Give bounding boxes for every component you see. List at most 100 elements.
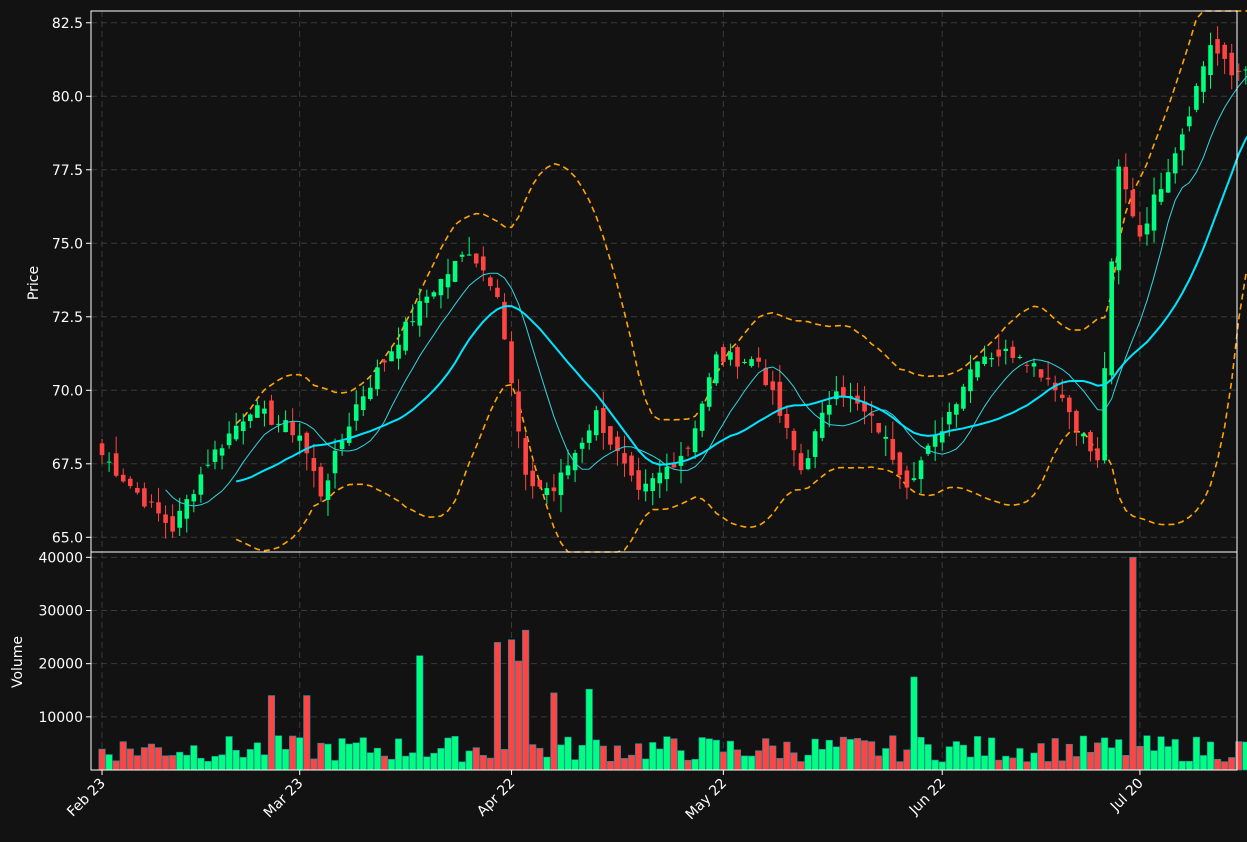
candle-body — [1144, 223, 1150, 235]
price-tick-label: 80.0 — [52, 89, 83, 105]
candle-body — [897, 452, 903, 476]
candle-body — [191, 494, 197, 502]
candle-body — [968, 369, 973, 392]
volume-bar — [973, 736, 982, 771]
volume-bar — [303, 695, 311, 771]
volume-bar — [910, 676, 918, 771]
candle-body — [1215, 39, 1220, 54]
volume-bar — [536, 747, 544, 771]
volume-bar — [776, 758, 784, 771]
volume-bar — [169, 755, 177, 771]
volume-bar — [387, 759, 396, 771]
volume-bar — [578, 745, 586, 771]
volume-bar — [423, 756, 431, 771]
candle-body — [650, 478, 656, 491]
candle-body — [431, 292, 437, 297]
candle-body — [240, 421, 246, 432]
volume-bar — [698, 737, 706, 771]
volume-bar — [472, 747, 480, 771]
candle-body — [826, 404, 832, 415]
candle-body — [389, 351, 394, 362]
candle-body — [311, 457, 317, 472]
candle-body — [975, 361, 980, 378]
volume-bar — [296, 737, 304, 771]
candle-body — [424, 296, 430, 303]
candle-body — [473, 253, 479, 264]
candle-body — [643, 483, 648, 492]
volume-bar — [755, 750, 763, 771]
candle-body — [360, 396, 366, 410]
candle-body — [1038, 369, 1044, 378]
volume-bar — [1002, 755, 1010, 771]
candle-body — [1116, 166, 1122, 271]
volume-tick-label: 20000 — [38, 657, 83, 673]
volume-bar — [981, 755, 989, 771]
candle-body — [1201, 66, 1206, 92]
volume-bar — [995, 759, 1003, 771]
candle-body — [819, 412, 825, 438]
volume-bar — [218, 754, 226, 771]
volume-bar — [656, 748, 664, 771]
candle-body — [523, 438, 528, 475]
volume-bar — [183, 754, 191, 771]
volume-bar — [1030, 752, 1038, 771]
volume-tick-label: 10000 — [38, 710, 83, 726]
volume-bar — [140, 747, 148, 771]
volume-bar — [1051, 738, 1059, 771]
candle-body — [1017, 356, 1023, 358]
volume-bar — [613, 745, 621, 771]
candle-body — [396, 344, 401, 359]
candle-body — [127, 478, 133, 487]
volume-bar — [1150, 750, 1158, 771]
volume-bar — [282, 749, 290, 771]
volume-bar — [515, 660, 523, 771]
candle-body — [488, 277, 493, 287]
volume-bar — [1115, 739, 1123, 771]
candle-body — [664, 466, 670, 480]
candle-body — [459, 254, 465, 257]
volume-bar — [1009, 757, 1017, 771]
candle-body — [1102, 368, 1107, 461]
volume-bar — [571, 759, 579, 771]
volume-bar — [1185, 760, 1193, 771]
volume-bar — [628, 754, 636, 771]
volume-bar — [1164, 746, 1172, 771]
candle-body — [996, 349, 1002, 357]
candle-body — [156, 502, 161, 514]
volume-bar — [606, 760, 614, 771]
volume-bar — [691, 759, 699, 771]
volume-bar — [444, 737, 452, 771]
volume-bar — [903, 749, 911, 771]
candle-body — [1123, 166, 1129, 190]
candle-body — [438, 279, 444, 296]
candle-body — [798, 453, 804, 471]
volume-bar — [1016, 748, 1024, 771]
candle-body — [248, 414, 253, 422]
volume-bar — [430, 752, 438, 771]
volume-bar — [112, 760, 120, 771]
candle-body — [1081, 433, 1086, 437]
volume-bar — [811, 738, 819, 771]
candle-body — [551, 487, 557, 492]
volume-bar — [1129, 557, 1137, 771]
stock-chart: 65.0 67.5 70.0 72.5 75.0 77.5 80.0 82.5 10000 20… — [0, 0, 1247, 842]
volume-bar — [1044, 761, 1052, 771]
candle-body — [135, 487, 140, 493]
volume-bar — [402, 755, 410, 771]
candle-body — [1045, 377, 1051, 380]
candle-body — [544, 488, 550, 496]
candle-body — [883, 436, 889, 439]
volume-bar — [529, 744, 537, 771]
candle-body — [749, 359, 754, 366]
price-tick-label: 75.0 — [52, 236, 83, 252]
volume-bar — [253, 742, 261, 771]
volume-bar — [868, 741, 876, 771]
candle-body — [466, 254, 472, 256]
volume-bar — [1122, 755, 1130, 771]
volume-bar — [853, 738, 862, 771]
candle-body — [537, 480, 543, 487]
candle-body — [1222, 44, 1227, 59]
volume-bar — [373, 747, 381, 771]
volume-bar — [762, 738, 770, 771]
volume-bar — [119, 741, 127, 771]
